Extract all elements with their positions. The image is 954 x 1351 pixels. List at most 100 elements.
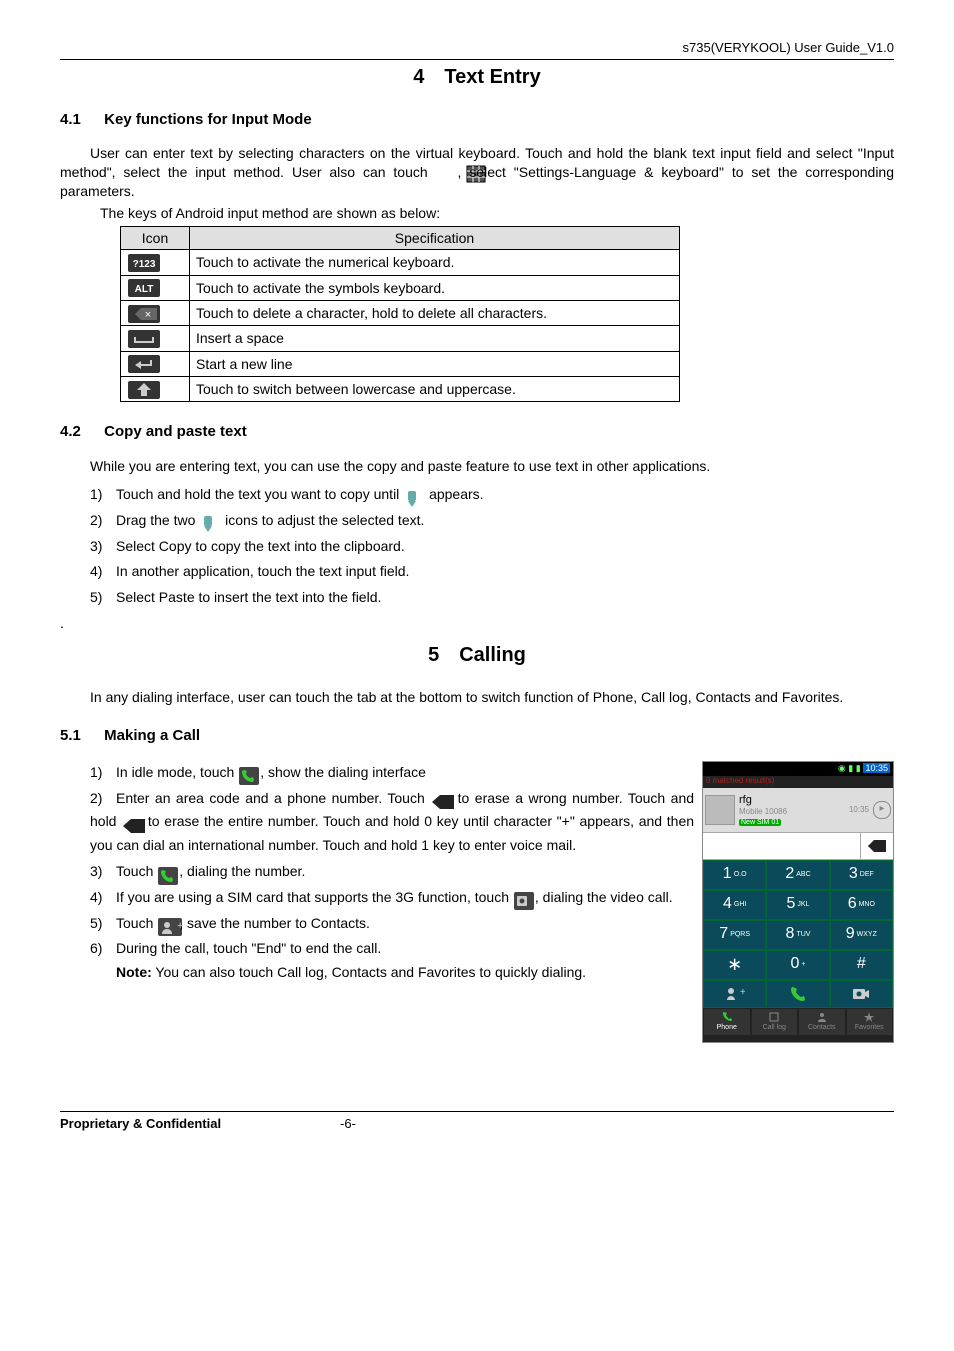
add-contact-button[interactable]: + <box>703 980 766 1008</box>
key-8[interactable]: 8TUV <box>766 920 829 950</box>
section-4-1-text: Key functions for Input Mode <box>104 111 312 128</box>
spec-cell: Touch to switch between lowercase and up… <box>190 376 680 401</box>
tab-contacts[interactable]: Contacts <box>798 1008 846 1036</box>
step-text-b: appears. <box>429 486 483 502</box>
step-text: Touch <box>116 915 153 931</box>
step-text-b: , save the number to Contacts. <box>179 915 370 931</box>
step-text-c: to erase the entire number. Touch and ho… <box>90 813 694 853</box>
step-text: During the call, touch "End" to end the … <box>116 940 381 956</box>
table-row: × Touch to delete a character, hold to d… <box>121 301 680 326</box>
step-text: Select Copy to copy the text into the cl… <box>116 538 405 554</box>
step-text: Touch and hold the text you want to copy… <box>116 486 399 502</box>
page-number: -6- <box>340 1116 356 1133</box>
step-num: 1) <box>90 483 116 507</box>
svg-text:×: × <box>145 309 151 321</box>
key-hash[interactable]: # <box>830 950 893 980</box>
step-num: 3) <box>90 535 116 559</box>
step-text: Touch <box>116 863 153 879</box>
section-4-2-num: 4.2 <box>60 422 100 442</box>
list-item: 2)Drag the two icons to adjust the selec… <box>90 509 894 533</box>
key-4[interactable]: 4GHI <box>703 890 766 920</box>
section-4-2-text: Copy and paste text <box>104 423 247 440</box>
chapter-5-title: 5 Calling <box>60 642 894 668</box>
step-num: 2) <box>90 787 116 811</box>
chapter-5-intro: In any dialing interface, user can touch… <box>60 688 894 706</box>
call-button[interactable] <box>766 980 829 1008</box>
chapter-4-title: 4 Text Entry <box>60 64 894 90</box>
spec-cell: Start a new line <box>190 351 680 376</box>
step-text: If you are using a SIM card that support… <box>116 889 509 905</box>
spec-cell: Touch to activate the symbols keyboard. <box>190 275 680 300</box>
match-bar: 0 matched result(s) <box>703 776 893 788</box>
note-label: Note: <box>116 964 152 980</box>
step-num: 6) <box>90 937 116 961</box>
phone-icon <box>238 764 260 782</box>
list-item: 5)Select Paste to insert the text into t… <box>90 586 894 610</box>
copy-paste-steps: 1)Touch and hold the text you want to co… <box>90 483 894 610</box>
step-num: 2) <box>90 509 116 533</box>
enter-key-icon <box>127 354 161 374</box>
svg-text:+: + <box>740 987 745 998</box>
status-time: 10:35 <box>863 763 890 773</box>
key-6[interactable]: 6MNO <box>830 890 893 920</box>
step-text-b: , dialing the video call. <box>535 889 673 905</box>
contact-name: rfg <box>739 793 849 807</box>
text-cursor-icon <box>403 486 425 504</box>
input-method-table: Icon Specification ?123 Touch to activat… <box>120 226 680 402</box>
key-9[interactable]: 9WXYZ <box>830 920 893 950</box>
step-text: Select Paste to insert the text into the… <box>116 589 381 605</box>
key-5[interactable]: 5JKL <box>766 890 829 920</box>
key-7[interactable]: 7PQRS <box>703 920 766 950</box>
step-num: 1) <box>90 761 116 785</box>
video-call-icon <box>513 889 535 907</box>
tab-favorites[interactable]: Favorites <box>846 1008 894 1036</box>
contact-row: rfg Mobile 10086 New SIM 01 10:35 ▸ <box>703 788 893 832</box>
section-4-2-heading: 4.2 Copy and paste text <box>60 422 894 442</box>
key-1[interactable]: 1O.O <box>703 860 766 890</box>
tab-call-log[interactable]: Call log <box>751 1008 799 1036</box>
tab-phone[interactable]: Phone <box>703 1008 751 1036</box>
page-footer: Proprietary & Confidential -6- <box>60 1111 894 1133</box>
dialer-screenshot: ◉ ▮ ▮ 10:35 0 matched result(s) rfg Mobi… <box>702 761 894 1043</box>
section-5-1-heading: 5.1 Making a Call <box>60 726 894 746</box>
section-4-1-num: 4.1 <box>60 110 100 130</box>
svg-text:?123: ?123 <box>133 259 156 270</box>
status-bar: ◉ ▮ ▮ 10:35 <box>703 762 893 776</box>
key-3[interactable]: 3DEF <box>830 860 893 890</box>
play-icon[interactable]: ▸ <box>873 801 891 819</box>
header-product-line: s735(VERYKOOL) User Guide_V1.0 <box>60 40 894 57</box>
step-text-b: , dialing the number. <box>179 863 305 879</box>
section-5-1-text: Making a Call <box>104 727 200 744</box>
contact-mobile: Mobile 10086 <box>739 807 849 817</box>
list-item: 4)In another application, touch the text… <box>90 560 894 584</box>
backspace-key[interactable] <box>860 833 893 859</box>
sim-badge: New SIM 01 <box>739 819 781 826</box>
step-num: 5) <box>90 912 116 936</box>
video-call-button[interactable] <box>830 980 893 1008</box>
text-cursor-icon <box>199 512 221 530</box>
grid-menu-icon <box>436 164 458 182</box>
list-item: 1)Touch and hold the text you want to co… <box>90 483 894 507</box>
section-4-1-heading: 4.1 Key functions for Input Mode <box>60 110 894 130</box>
backspace-icon <box>430 790 452 808</box>
status-icons: ◉ ▮ ▮ <box>838 763 861 773</box>
spec-cell: Touch to delete a character, hold to del… <box>190 301 680 326</box>
section-5-1-num: 5.1 <box>60 726 100 746</box>
table-intro: The keys of Android input method are sho… <box>100 204 894 222</box>
space-key-icon <box>127 329 161 349</box>
step-text-b: , show the dialing interface <box>260 764 426 780</box>
step-num: 4) <box>90 886 116 910</box>
key-0[interactable]: 0+ <box>766 950 829 980</box>
table-row: ?123 Touch to activate the numerical key… <box>121 250 680 275</box>
svg-text:ALT: ALT <box>135 284 154 295</box>
step-text: In idle mode, touch <box>116 764 234 780</box>
spec-cell: Touch to activate the numerical keyboard… <box>190 250 680 275</box>
table-row: Start a new line <box>121 351 680 376</box>
alt-key-icon: ALT <box>127 278 161 298</box>
key-star[interactable]: ∗ <box>703 950 766 980</box>
key-2[interactable]: 2ABC <box>766 860 829 890</box>
delete-key-icon: × <box>127 303 161 323</box>
bottom-tabs: Phone Call log Contacts Favorites <box>703 1008 893 1036</box>
step-text-b: icons to adjust the selected text. <box>225 512 424 528</box>
step-num: 5) <box>90 586 116 610</box>
